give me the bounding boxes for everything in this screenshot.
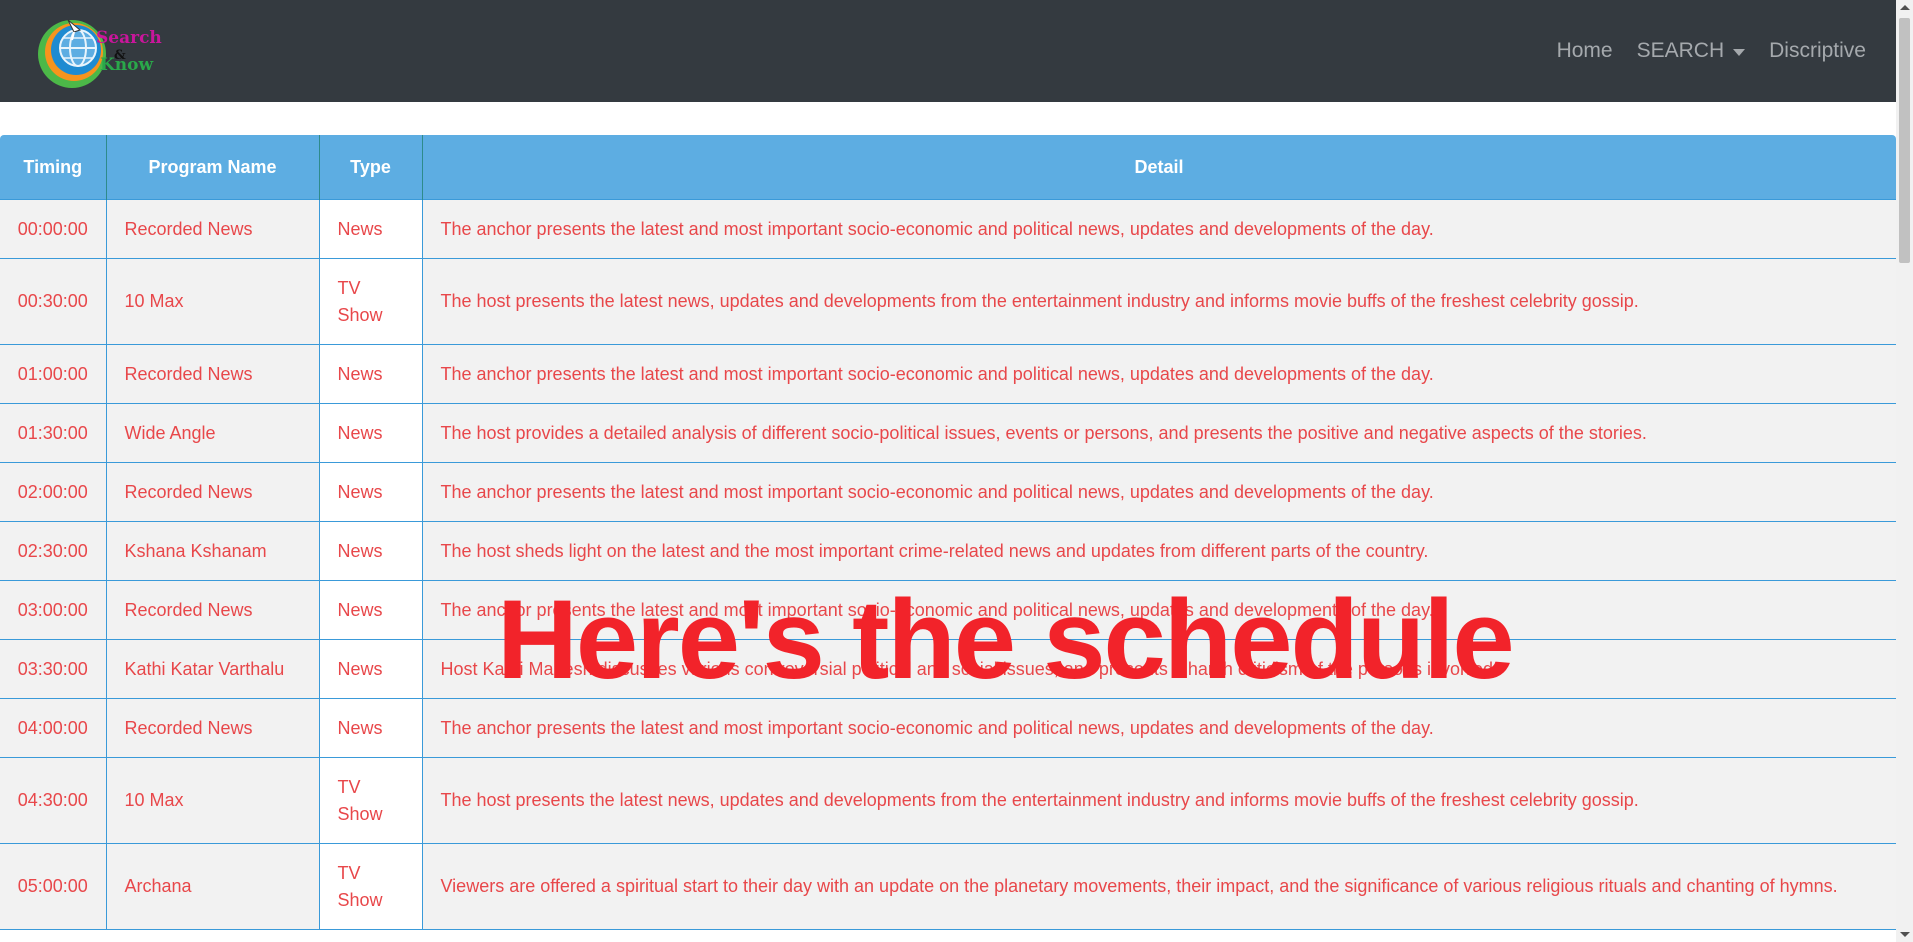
cell-program-name: Recorded News [105, 462, 320, 522]
table-row: 04:30:00 10 Max TV Show The host presents t… [0, 757, 1897, 844]
cell-type: News [318, 639, 423, 699]
cell-detail: The host provides a detailed analysis of… [421, 403, 1897, 463]
cell-type: TV Show [318, 843, 423, 930]
cell-program-name: Recorded News [105, 199, 320, 259]
cell-type: News [318, 199, 423, 259]
cell-detail: The host presents the latest news, updat… [421, 757, 1897, 844]
scroll-thumb[interactable] [1899, 18, 1910, 263]
cell-type: News [318, 403, 423, 463]
header-detail[interactable]: Detail [421, 135, 1897, 200]
cell-type: News [318, 462, 423, 522]
cell-detail: The anchor presents the latest and most … [421, 462, 1897, 522]
table-row: 05:00:00 Archana TV Show Viewers are offere… [0, 843, 1897, 930]
scroll-up-arrow-icon[interactable] [1900, 5, 1910, 10]
logo-word-search: Search [96, 28, 162, 48]
cell-detail: The anchor presents the latest and most … [421, 199, 1897, 259]
cell-program-name: Kshana Kshanam [105, 521, 320, 581]
logo-word-know: Know [100, 55, 154, 75]
cell-program-name: Recorded News [105, 580, 320, 640]
table-row: 01:30:00 Wide Angle News The host provides … [0, 403, 1897, 463]
cell-program-name: Recorded News [105, 344, 320, 404]
cell-timing: 00:30:00 [0, 258, 107, 345]
schedule-table-body: 00:00:00 Recorded News News The anchor pres… [0, 199, 1897, 930]
cell-program-name: Recorded News [105, 698, 320, 758]
table-row: 00:30:00 10 Max TV Show The host presents t… [0, 258, 1897, 345]
cell-detail: The host sheds light on the latest and t… [421, 521, 1897, 581]
cell-timing: 03:30:00 [0, 639, 107, 699]
chevron-down-icon [1733, 48, 1746, 56]
table-header-row: Timing Program Name Type Detail [0, 135, 1897, 200]
globe-logo-icon [38, 19, 106, 88]
header-type[interactable]: Type [318, 135, 423, 200]
cell-type: News [318, 698, 423, 758]
nav-search-label: SEARCH [1636, 39, 1725, 62]
cell-type: News [318, 580, 423, 640]
cell-timing: 05:00:00 [0, 843, 107, 930]
cell-timing: 03:00:00 [0, 580, 107, 640]
nav-home-link[interactable]: Home [1557, 39, 1613, 63]
cell-timing: 02:30:00 [0, 521, 107, 581]
vertical-scrollbar[interactable] [1896, 0, 1913, 942]
header-timing[interactable]: Timing [0, 135, 107, 200]
cell-type: TV Show [318, 258, 423, 345]
cell-program-name: Wide Angle [105, 403, 320, 463]
table-row: 04:00:00 Recorded News News The anchor pres… [0, 698, 1897, 758]
table-row: 01:00:00 Recorded News News The anchor pres… [0, 344, 1897, 404]
cell-timing: 02:00:00 [0, 462, 107, 522]
schedule-table: Timing Program Name Type Detail 00:00:00… [0, 135, 1897, 930]
cell-program-name: 10 Max [105, 757, 320, 844]
cell-program-name: 10 Max [105, 258, 320, 345]
cell-timing: 04:00:00 [0, 698, 107, 758]
header-program-name[interactable]: Program Name [105, 135, 320, 200]
cell-timing: 01:00:00 [0, 344, 107, 404]
overlay-caption: Here's the schedule [497, 577, 1515, 702]
table-row: 02:30:00 Kshana Kshanam News The host sheds… [0, 521, 1897, 581]
scroll-down-arrow-icon[interactable] [1900, 932, 1910, 937]
table-row: 02:00:00 Recorded News News The anchor pres… [0, 462, 1897, 522]
schedule-table-container: Timing Program Name Type Detail 00:00:00… [0, 135, 1897, 930]
cell-detail: The host presents the latest news, updat… [421, 258, 1897, 345]
nav-search-dropdown[interactable]: SEARCH [1637, 39, 1746, 63]
search-and-know-logo[interactable]: Search & Know [34, 14, 162, 90]
cell-program-name: Archana [105, 843, 320, 930]
top-navbar: Search & Know Home SEARCH Discriptive [0, 0, 1913, 102]
nav-discriptive-link[interactable]: Discriptive [1769, 39, 1866, 63]
table-row: 00:00:00 Recorded News News The anchor pres… [0, 199, 1897, 259]
cell-detail: The anchor presents the latest and most … [421, 698, 1897, 758]
cell-timing: 00:00:00 [0, 199, 107, 259]
nav-links: Home SEARCH Discriptive [1557, 0, 1866, 102]
cell-timing: 01:30:00 [0, 403, 107, 463]
cell-type: News [318, 521, 423, 581]
cell-type: TV Show [318, 757, 423, 844]
cell-detail: The anchor presents the latest and most … [421, 344, 1897, 404]
cell-detail: Viewers are offered a spiritual start to… [421, 843, 1897, 930]
cell-program-name: Kathi Katar Varthalu [105, 639, 320, 699]
cell-timing: 04:30:00 [0, 757, 107, 844]
cell-type: News [318, 344, 423, 404]
